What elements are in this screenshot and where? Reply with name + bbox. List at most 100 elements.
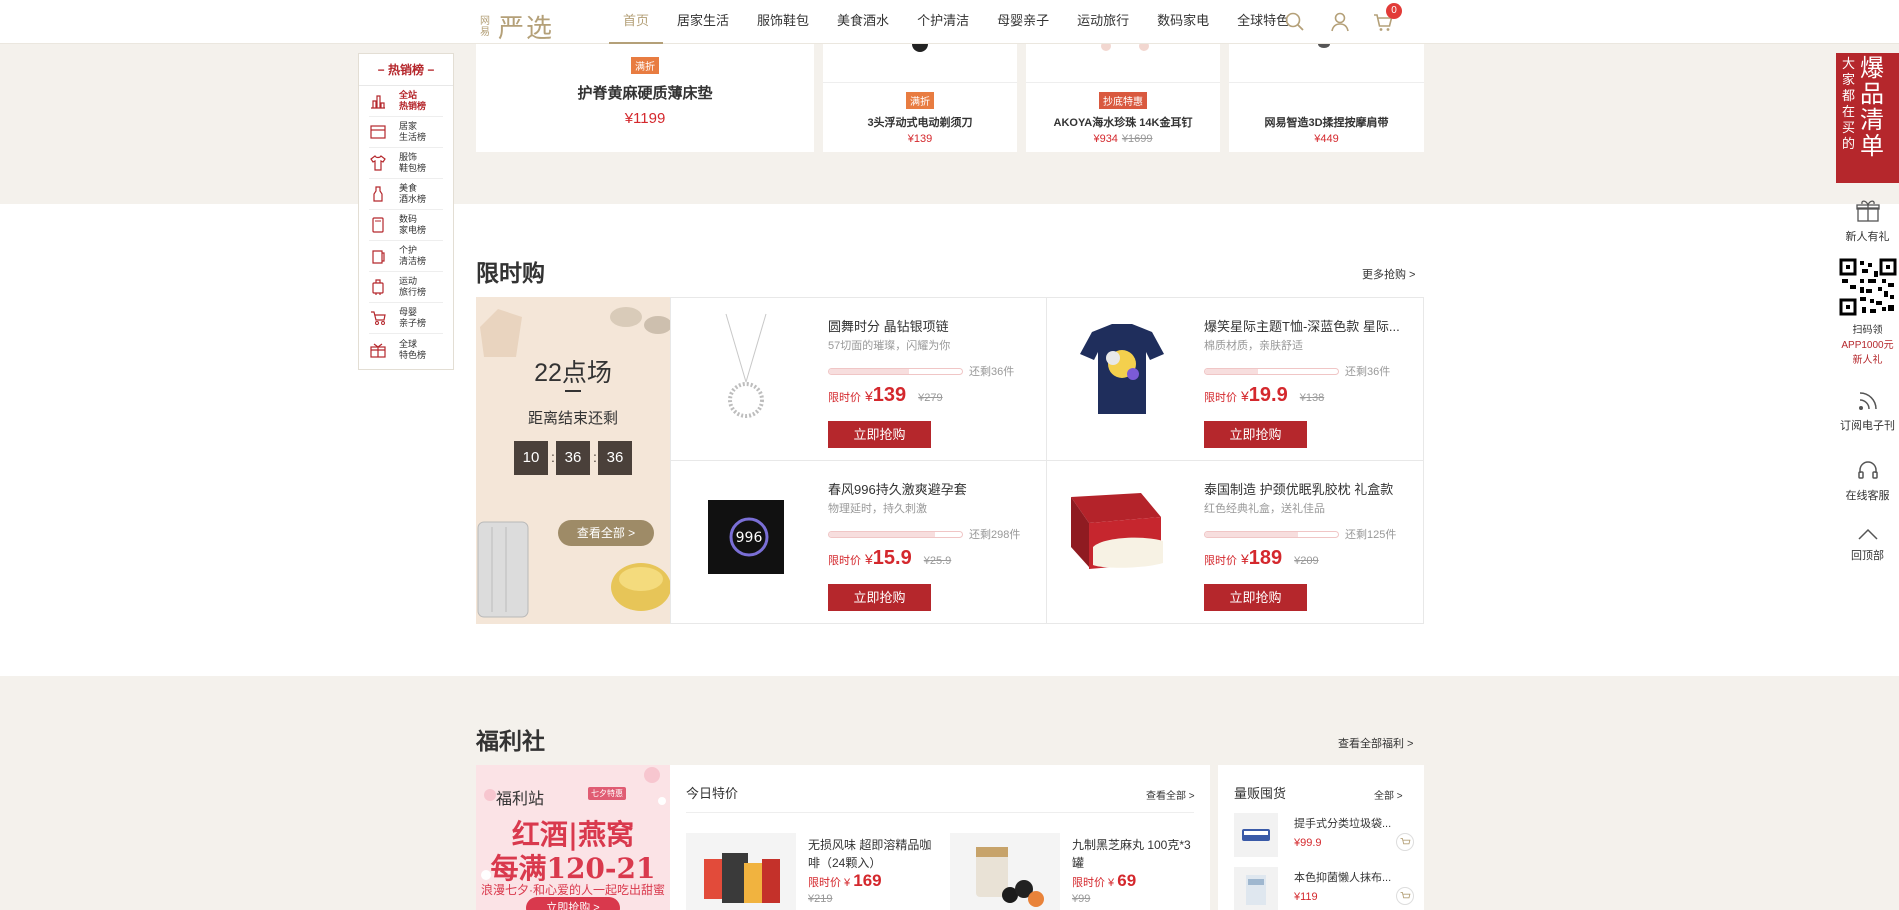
cart-count-badge: 0 [1386, 3, 1402, 19]
flash-sale-banner: 22点场 距离结束还剩 10 : 36 : 36 查看全部 > [476, 297, 670, 624]
more-flash-sale-link[interactable]: 更多抢购 > [1362, 266, 1415, 282]
product-card[interactable]: 满折 3头浮动式电动剃须刀 ¥139 [823, 40, 1017, 152]
buy-now-button[interactable]: 立即抢购 [1204, 421, 1307, 448]
add-to-cart-icon[interactable] [1396, 833, 1414, 851]
product-name[interactable]: 九制黑芝麻丸 100克*3罐 [1072, 836, 1202, 872]
sidebar-item-global[interactable]: 全球 特色榜 [369, 334, 443, 365]
product-desc: 红色经典礼盒，送礼佳品 [1204, 503, 1325, 515]
sidebar-title: − 热销榜 − [359, 54, 453, 86]
sidebar-item-all[interactable]: 全站 热销榜 [369, 86, 443, 117]
add-to-cart-icon[interactable] [1396, 887, 1414, 905]
flash-price: 限时价 ¥15.9 ¥25.9 [828, 547, 952, 569]
buy-now-button[interactable]: 立即抢购 [828, 421, 931, 448]
flash-item[interactable]: 泰国制造 护颈优眠乳胶枕 礼盒款 红色经典礼盒，送礼佳品 还剩125件 限时价 ¥… [1047, 461, 1423, 624]
product-name: 护脊黄麻硬质薄床垫 [577, 85, 713, 102]
rss-icon [1858, 392, 1877, 410]
product-image[interactable] [686, 833, 796, 910]
stock-remaining: 还剩298件 [969, 529, 1021, 541]
today-deals-panel: 今日特价 查看全部 > 无损风味 超即溶精品咖啡（24颗入） 限时价 ¥ 169… [670, 765, 1210, 910]
nav-item-digital[interactable]: 数码家电 [1143, 0, 1223, 44]
divider [565, 390, 581, 392]
session-time: 22点场 [534, 359, 612, 387]
flash-item[interactable]: 爆笑星际主题T恤-深蓝色款 星际... 棉质材质，亲肤舒适 还剩36件 限时价 ¥… [1047, 298, 1423, 461]
product-price: ¥119 [1294, 891, 1318, 903]
sidebar-item-care[interactable]: 个护 清洁榜 [369, 241, 443, 272]
sidebar-item-sports[interactable]: 运动 旅行榜 [369, 272, 443, 303]
bestseller-sidebar: − 热销榜 − 全站 热销榜 居家 生活榜 服饰 鞋包榜 美食 酒水榜 数码 家电榜 个护… [358, 53, 454, 370]
product-price: ¥99.9 [1294, 837, 1322, 849]
product-price: ¥449 [1314, 133, 1339, 145]
product-name: 本色抑菌懒人抹布... [1294, 872, 1392, 884]
divider [1026, 82, 1220, 83]
nav-item-home[interactable]: 首页 [609, 0, 664, 44]
cabinet-icon [370, 125, 386, 139]
app-qr-code[interactable]: 扫码领 APP1000元 新人礼 [1836, 257, 1899, 366]
sidebar-item-food[interactable]: 美食 酒水榜 [369, 179, 443, 210]
product-name[interactable]: 无损风味 超即溶精品咖啡（24颗入） [808, 836, 938, 872]
sidebar-item-apparel[interactable]: 服饰 鞋包榜 [369, 148, 443, 179]
sidebar-item-digital[interactable]: 数码 家电榜 [369, 210, 443, 241]
product-price: ¥139 [907, 133, 933, 145]
today-deals-more-link[interactable]: 查看全部 > [1146, 787, 1195, 802]
category-nav: 首页 居家生活 服饰鞋包 美食酒水 个护清洁 母婴亲子 运动旅行 数码家电 全球… [609, 0, 1303, 44]
nav-item-personal-care[interactable]: 个护清洁 [903, 0, 983, 44]
nav-item-home-living[interactable]: 居家生活 [663, 0, 743, 44]
today-deals-title: 今日特价 [686, 786, 739, 801]
sidebar-item-baby[interactable]: 母婴 亲子榜 [369, 303, 443, 334]
flash-item[interactable]: 996 春风996持久激爽避孕套 物理延时，持久刺激 还剩298件 限时价 ¥15… [671, 461, 1047, 624]
welfare-tag: 七夕特惠 [588, 787, 626, 800]
shirt-icon [370, 155, 386, 171]
product-price: ¥934 ¥1699 [1093, 133, 1153, 145]
product-image [725, 313, 767, 418]
nav-item-baby[interactable]: 母婴亲子 [983, 0, 1063, 44]
product-name: 圆舞时分 晶钻银项链 [828, 319, 949, 334]
bottle-icon [373, 186, 383, 202]
product-name: 网易智造3D揉捏按摩肩带 [1264, 117, 1389, 129]
logo-small-text: 网易 [480, 15, 490, 38]
buy-now-button[interactable]: 立即抢购 [1204, 584, 1307, 611]
promo-tag: 抄底特惠 [1099, 92, 1147, 109]
product-image [1234, 813, 1278, 857]
stock-remaining: 还剩36件 [1345, 366, 1391, 378]
new-user-gift-button[interactable]: 新人有礼 [1836, 198, 1899, 244]
product-price: 限时价 ¥ 169 [808, 871, 882, 890]
sidebar-item-home[interactable]: 居家 生活榜 [369, 117, 443, 148]
product-image [1071, 493, 1163, 569]
hot-list-banner[interactable]: 大家都在买的 爆品清单 [1836, 53, 1899, 183]
product-card[interactable]: 抄底特惠 AKOYA海水珍珠 14K金耳钉 ¥934 ¥1699 [1026, 42, 1220, 152]
product-card[interactable]: 满折 护脊黄麻硬质薄床垫 ¥1199 [476, 44, 814, 152]
product-price: 限时价 ¥ 69 [1072, 871, 1137, 890]
flash-item[interactable]: 圆舞时分 晶钻银项链 57切面的璀璨，闪耀为你 还剩36件 限时价 ¥139 ¥27… [671, 298, 1047, 461]
top-nav-bar: 网易 严选 首页 居家生活 服饰鞋包 美食酒水 个护清洁 母婴亲子 运动旅行 数… [0, 0, 1899, 44]
original-price: ¥219 [808, 893, 833, 905]
welfare-banner[interactable]: 福利站 七夕特惠 红酒|燕窝 每满120-21 浪漫七夕·和心爱的人一起吃出甜蜜… [476, 765, 670, 910]
view-all-flash-button[interactable]: 查看全部 > [558, 520, 654, 546]
product-card[interactable]: 网易智造3D揉捏按摩肩带 ¥449 [1229, 42, 1424, 152]
bulk-buy-title: 量贩囤货 [1234, 786, 1287, 801]
bulk-item[interactable]: 提手式分类垃圾袋... ¥99.9 [1234, 813, 1414, 857]
product-name: 3头浮动式电动剃须刀 [867, 117, 973, 129]
nav-item-sports[interactable]: 运动旅行 [1063, 0, 1143, 44]
bulk-item[interactable]: 本色抑菌懒人抹布... ¥119 [1234, 867, 1414, 910]
user-icon[interactable] [1329, 11, 1351, 33]
back-to-top-button[interactable]: 回顶部 [1836, 525, 1899, 563]
view-all-welfare-link[interactable]: 查看全部福利 > [1338, 735, 1413, 751]
flash-sale-title: 限时购 [476, 260, 545, 286]
online-service-button[interactable]: 在线客服 [1836, 459, 1899, 503]
nav-item-food[interactable]: 美食酒水 [823, 0, 903, 44]
product-name: 泰国制造 护颈优眠乳胶枕 礼盒款 [1204, 482, 1394, 497]
welfare-buy-button[interactable]: 立即抢购 > [526, 897, 620, 910]
product-desc: 棉质材质，亲肤舒适 [1204, 340, 1303, 352]
bulk-buy-panel: 量贩囤货 全部 > 提手式分类垃圾袋... ¥99.9 本色抑菌懒人抹布... … [1218, 765, 1424, 910]
stock-remaining: 还剩125件 [1345, 529, 1397, 541]
product-name: 春风996持久激爽避孕套 [828, 482, 967, 497]
product-image[interactable] [950, 833, 1060, 910]
original-price: ¥99 [1072, 893, 1091, 905]
logo[interactable]: 网易 严选 [480, 8, 554, 45]
nav-item-apparel[interactable]: 服饰鞋包 [743, 0, 823, 44]
buy-now-button[interactable]: 立即抢购 [828, 584, 931, 611]
bulk-buy-more-link[interactable]: 全部 > [1374, 787, 1403, 802]
search-icon[interactable] [1284, 11, 1306, 33]
subscribe-magazine-button[interactable]: 订阅电子刊 [1836, 389, 1899, 433]
welfare-title: 福利社 [476, 728, 545, 754]
